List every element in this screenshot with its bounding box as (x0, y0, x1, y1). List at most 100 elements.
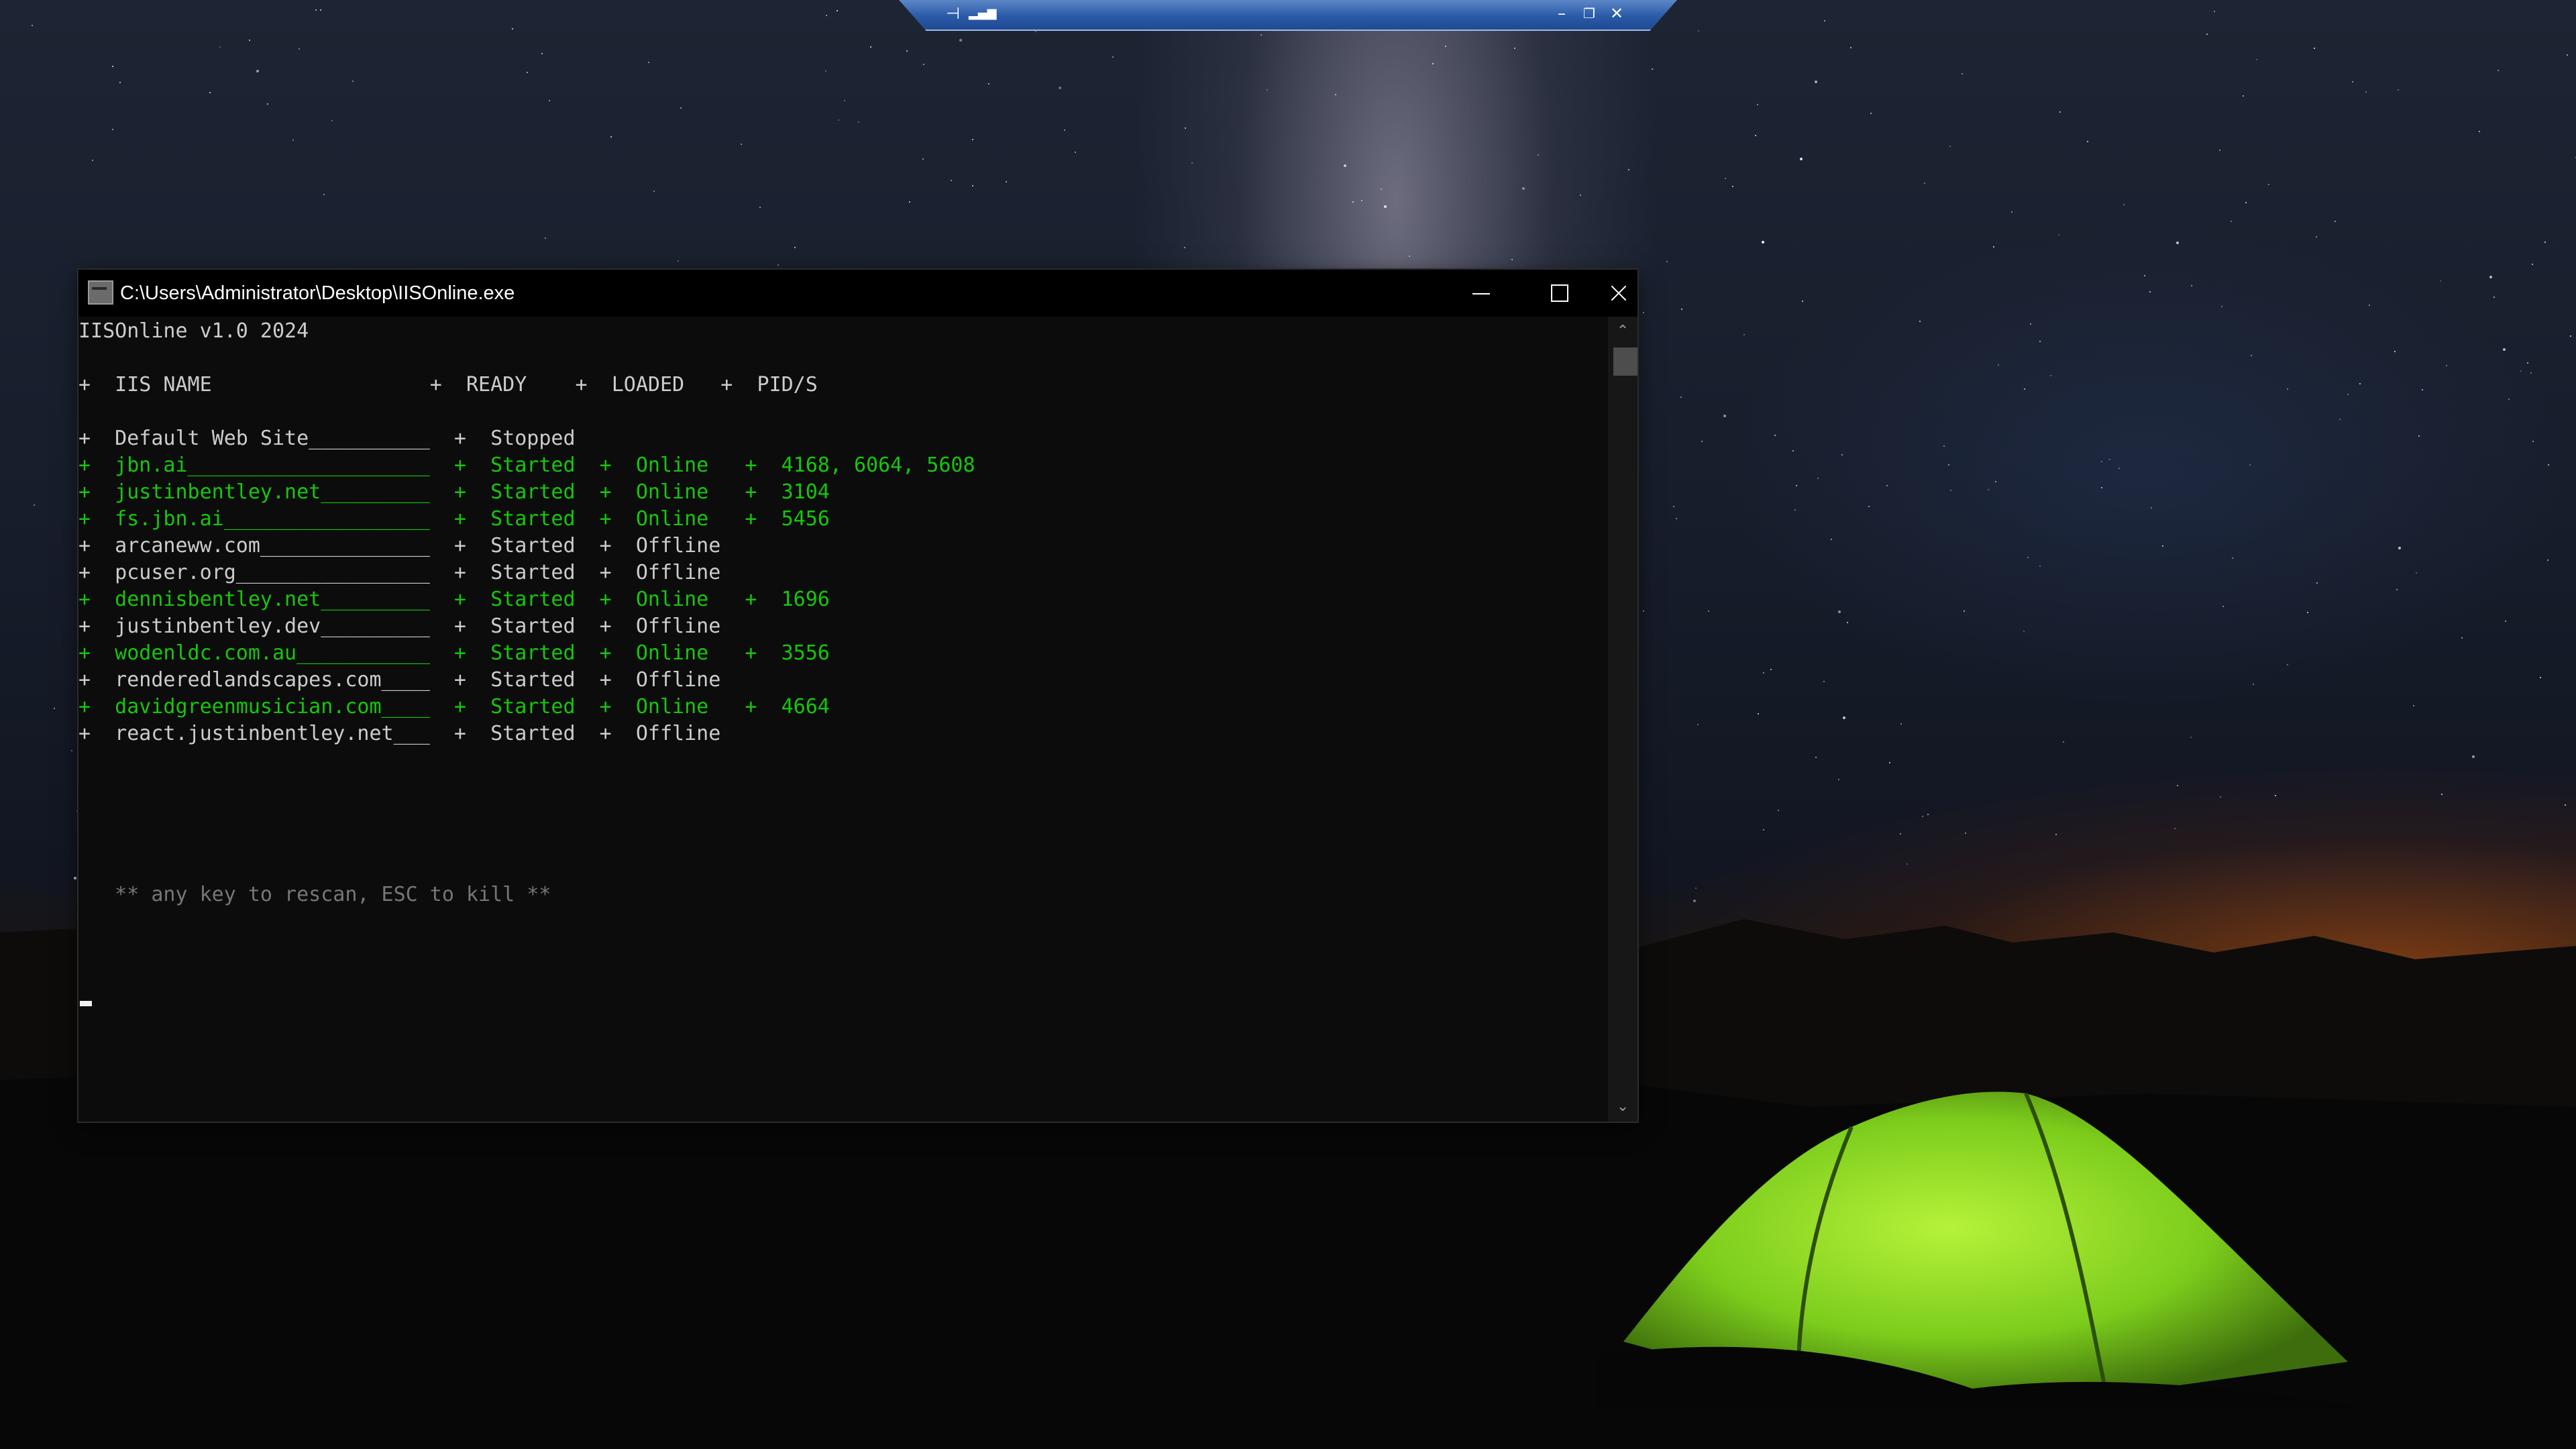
star (512, 28, 513, 30)
star (2027, 557, 2029, 558)
star (678, 260, 679, 262)
star (2287, 664, 2288, 665)
star (2398, 89, 2399, 91)
star (1870, 113, 1872, 114)
star (2231, 221, 2232, 222)
star (2256, 59, 2257, 60)
star (1847, 622, 1848, 623)
star (2039, 341, 2041, 342)
star (1628, 169, 1629, 170)
star (1666, 261, 1668, 262)
star (2222, 606, 2224, 607)
star (2396, 589, 2398, 590)
star (2352, 81, 2353, 83)
star (844, 100, 845, 101)
star (267, 103, 268, 105)
title-bar[interactable]: C:\Users\Administrator\Desktop\IISOnline… (78, 270, 1638, 317)
star (2245, 202, 2247, 203)
star (2520, 370, 2522, 372)
star (988, 83, 989, 85)
star (2249, 464, 2251, 466)
star (1988, 489, 1989, 490)
star (541, 53, 543, 54)
star (315, 9, 317, 11)
star (1522, 187, 1525, 190)
star (1732, 186, 1733, 187)
star (2547, 559, 2548, 561)
close-button[interactable] (1599, 270, 1638, 317)
star (2479, 131, 2480, 132)
star (352, 80, 354, 82)
star (2570, 335, 2571, 337)
star (1384, 205, 1387, 208)
star (2314, 48, 2315, 49)
console-icon[interactable] (88, 280, 113, 305)
star (1919, 321, 1921, 322)
star (2544, 241, 2546, 243)
scroll-up-arrow-icon[interactable]: ⌃ (1608, 317, 1638, 346)
key-hint: ** any key to rescan, ESC to kill ** (78, 883, 551, 906)
star (2503, 348, 2506, 351)
star (1763, 829, 1764, 830)
star (2565, 804, 2566, 806)
star (292, 140, 294, 141)
star (1949, 146, 1951, 147)
vertical-scrollbar[interactable]: ⌃ ⌄ (1608, 317, 1638, 1122)
star (545, 237, 546, 239)
star (2149, 291, 2151, 292)
star (119, 82, 121, 83)
star (1900, 833, 1901, 835)
star (1762, 241, 1764, 244)
site-row: + davidgreenmusician.com____ + Started +… (78, 695, 830, 718)
signal-icon[interactable]: ▂▄▆ (969, 4, 997, 23)
minimize-button[interactable] (1443, 270, 1521, 317)
star (2540, 677, 2541, 678)
star (1907, 863, 1908, 865)
maximize-button[interactable] (1521, 270, 1599, 317)
scroll-down-arrow-icon[interactable]: ⌄ (1608, 1092, 1638, 1122)
star (1843, 716, 1845, 719)
star (2151, 507, 2152, 508)
star (2527, 362, 2528, 364)
star (777, 264, 779, 266)
scrollbar-thumb[interactable] (1613, 347, 1638, 376)
star (112, 66, 113, 67)
star (92, 160, 93, 161)
star (825, 70, 826, 72)
star (2418, 435, 2420, 437)
star (1757, 104, 1758, 105)
window-title: C:\Users\Administrator\Desktop\IISOnline… (120, 282, 515, 304)
site-row: + dennisbentley.net_________ + Started +… (78, 588, 830, 611)
star (2101, 461, 2102, 462)
pin-icon[interactable]: ⊣ (946, 4, 960, 23)
star (1824, 20, 1825, 21)
site-row: + jbn.ai____________________ + Started +… (78, 453, 975, 477)
minimize-icon[interactable]: – (1558, 4, 1566, 23)
star (1743, 334, 1745, 335)
star (1676, 518, 1677, 519)
star (219, 46, 221, 48)
star (1673, 506, 1674, 507)
star (1962, 73, 1963, 74)
star (1796, 485, 1797, 486)
green-tent (1597, 1091, 2368, 1409)
star (1948, 464, 1949, 466)
star (249, 40, 250, 41)
star (838, 119, 839, 121)
star (1998, 364, 1999, 366)
restore-icon[interactable]: ❐ (1583, 4, 1595, 23)
star (1755, 135, 1756, 136)
console-output[interactable]: IISOnline v1.0 2024 + IIS NAME + READY +… (78, 317, 1608, 1122)
table-header: + IIS NAME + READY + LOADED + PID/S (78, 373, 818, 396)
star (2505, 621, 2506, 622)
star (1943, 445, 1945, 447)
star (1185, 127, 1186, 129)
close-icon[interactable]: ✕ (1610, 4, 1623, 23)
star (2316, 236, 2317, 237)
site-row: + Default Web Site__________ + Stopped (78, 427, 576, 450)
star (2050, 375, 2051, 376)
star (1344, 164, 1346, 167)
star (1815, 80, 1817, 83)
star (1184, 247, 1185, 248)
star (74, 877, 76, 879)
